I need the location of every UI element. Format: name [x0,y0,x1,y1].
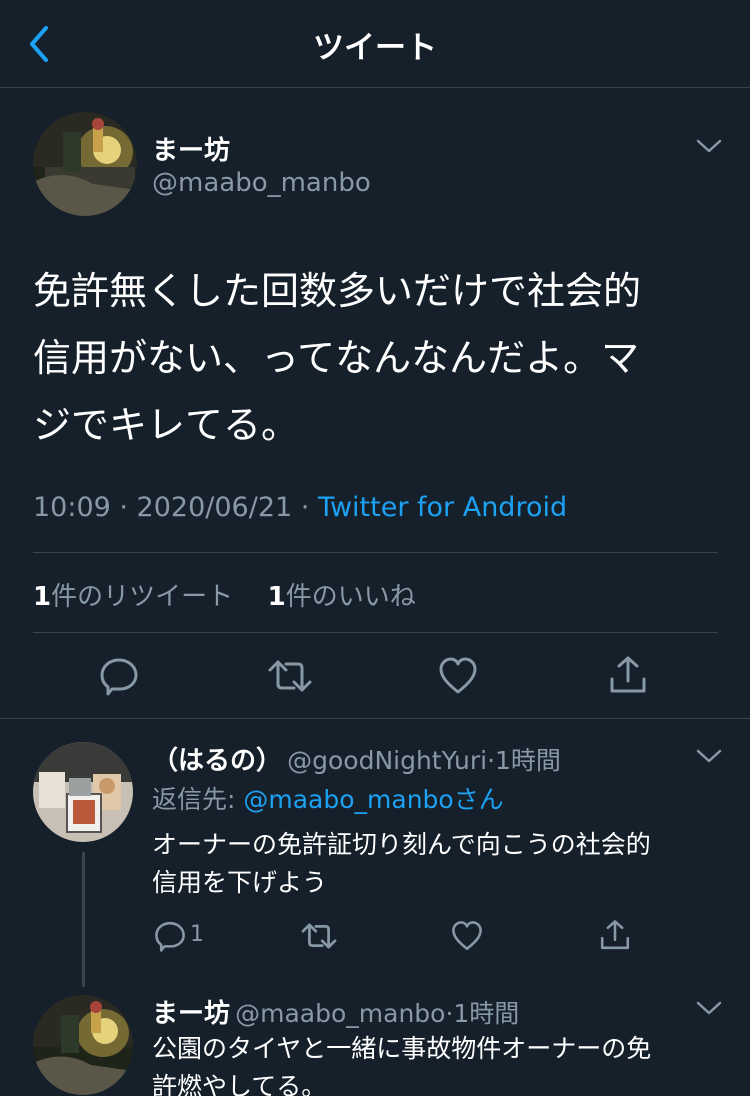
tweet-text-line: 免許無くした回数多いだけで社会的 [33,269,642,313]
like-stat[interactable]: 1件のいいね [268,582,416,612]
reply-count: 1 [190,922,204,947]
reply-text-line: 信用を下げよう [152,868,328,897]
tweet-text-line: ジでキレてる。 [33,403,300,447]
author-name[interactable]: まー坊 [152,130,230,167]
retweet-stat[interactable]: 1件のリツイート [33,582,233,612]
reply-author-name[interactable]: まー坊 [152,999,230,1029]
reply-icon[interactable] [154,920,186,952]
share-icon[interactable] [608,654,648,696]
replying-to: 返信先: @maabo_manboさん [152,785,504,814]
heart-icon[interactable] [451,920,483,952]
reply-header: （はるの） @goodNightYuri·1時間 [152,740,561,777]
reply-text: 公園のタイヤと一緒に事故物件オーナーの免 許燃やしてる。 [152,1030,722,1096]
reply-author-handle[interactable]: @maabo_manbo [235,999,445,1028]
tweet-meta: 10:09 · 2020/06/21 · Twitter for Android [33,492,567,523]
reply-text-line: 公園のタイヤと一緒に事故物件オーナーの免 [152,1034,652,1063]
share-icon[interactable] [599,918,631,952]
tweet-text: 免許無くした回数多いだけで社会的 信用がない、ってなんなんだよ。マ ジでキレてる… [33,258,723,459]
reply-header: まー坊 @maabo_manbo·1時間 [152,993,519,1030]
replying-to-link[interactable]: @maabo_manbo [243,785,453,814]
chevron-down-icon[interactable] [695,746,723,766]
reply-text: オーナーの免許証切り刻んで向こうの社会的 信用を下げよう [152,826,722,902]
reply-icon[interactable] [99,656,139,696]
reply-timestamp: ·1時間 [487,746,561,775]
chevron-down-icon[interactable] [695,136,723,156]
reply-text-line: オーナーの免許証切り刻んで向こうの社会的 [152,830,651,859]
thread-connector [82,852,85,987]
retweet-icon[interactable] [301,920,337,952]
reply-author-handle[interactable]: @goodNightYuri [287,746,487,775]
avatar[interactable] [33,112,137,216]
divider [0,718,750,719]
reply-author-name[interactable]: （はるの） [152,746,282,776]
avatar[interactable] [33,995,133,1095]
divider [33,552,718,553]
heart-icon[interactable] [438,656,478,696]
page-title: ツイート [313,30,437,66]
retweet-icon[interactable] [268,656,312,696]
top-bar: ツイート [0,0,750,88]
tweet-text-line: 信用がない、ってなんなんだよ。マ [33,336,640,380]
chevron-down-icon[interactable] [695,998,723,1018]
reply-timestamp: ·1時間 [445,999,520,1028]
tweet-stats: 1件のリツイート 1件のいいね [33,576,416,613]
source-link[interactable]: Twitter for Android [318,492,567,523]
tweet-timestamp: 10:09 · 2020/06/21 · [33,492,318,523]
divider [33,632,718,633]
author-handle[interactable]: @maabo_manbo [152,168,371,198]
reply-text-line: 許燃やしてる。 [152,1072,327,1096]
avatar[interactable] [33,742,133,842]
